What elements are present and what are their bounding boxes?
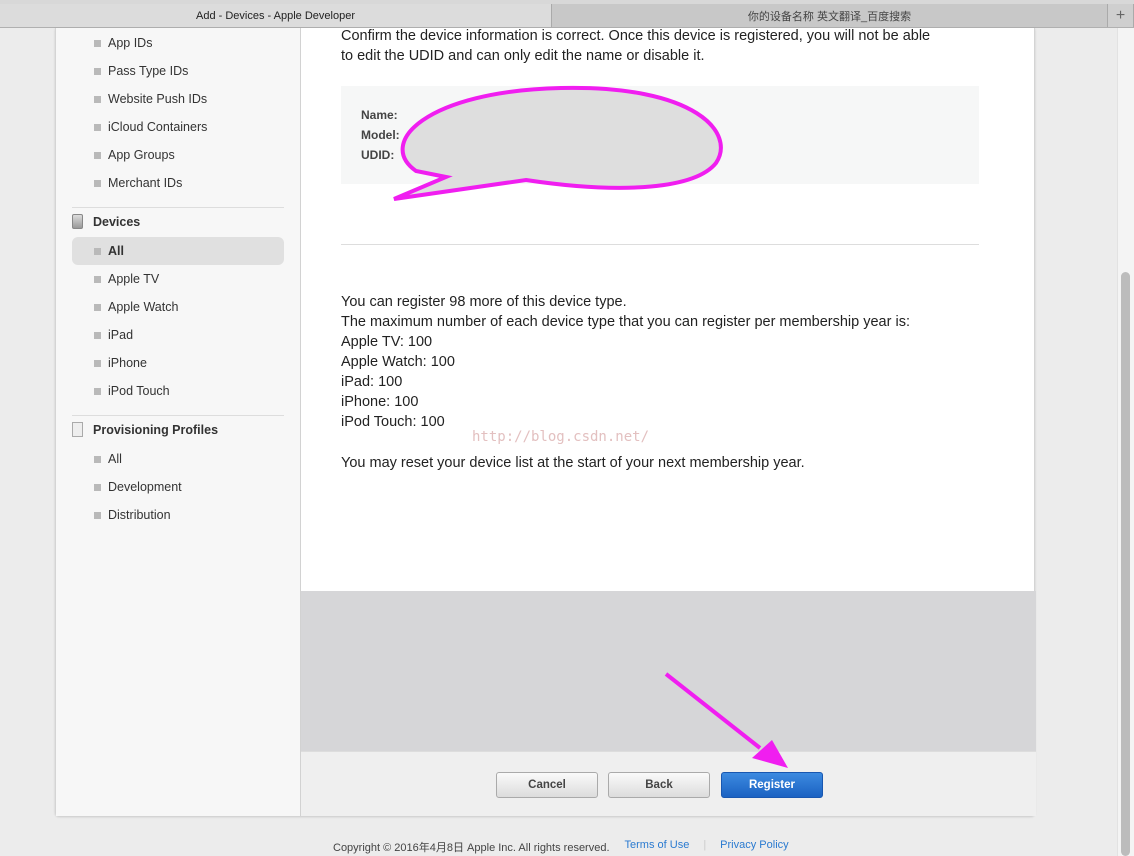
sidebar-item-profiles-all[interactable]: All	[72, 445, 284, 473]
back-button[interactable]: Back	[608, 772, 710, 798]
label: App IDs	[108, 36, 153, 50]
bullet-icon	[94, 304, 101, 311]
label: iPod Touch	[108, 384, 170, 398]
limit-text: You can register 98 more of this device …	[341, 294, 627, 310]
browser-tab-bar: Add - Devices - Apple Developer 你的设备名称 英…	[0, 0, 1134, 28]
cancel-button[interactable]: Cancel	[496, 772, 598, 798]
bullet-icon	[94, 276, 101, 283]
bullet-icon	[94, 152, 101, 159]
sidebar-item-ipod-touch[interactable]: iPod Touch	[72, 377, 284, 405]
bullet-icon	[94, 124, 101, 131]
bullet-icon	[94, 96, 101, 103]
label: Pass Type IDs	[108, 64, 189, 78]
bullet-icon	[94, 388, 101, 395]
content-card: App IDs Pass Type IDs Website Push IDs i…	[55, 28, 1036, 816]
tab-baidu-search[interactable]: 你的设备名称 英文翻译_百度搜索	[552, 4, 1108, 27]
limit-text: The maximum number of each device type t…	[341, 314, 910, 330]
reset-note: You may reset your device list at the st…	[341, 455, 805, 471]
devices-heading[interactable]: Devices	[72, 214, 141, 229]
new-tab-button[interactable]: +	[1108, 4, 1134, 27]
sidebar-item-website-push-ids[interactable]: Website Push IDs	[72, 85, 284, 113]
bullet-icon	[94, 68, 101, 75]
limit-text: Apple Watch: 100	[341, 354, 455, 370]
limit-text: iPad: 100	[341, 374, 403, 390]
label: App Groups	[108, 148, 175, 162]
limit-text: Apple TV: 100	[341, 334, 433, 350]
divider	[72, 207, 284, 208]
sidebar: App IDs Pass Type IDs Website Push IDs i…	[56, 28, 301, 816]
sidebar-item-iphone[interactable]: iPhone	[72, 349, 284, 377]
sidebar-item-ipad[interactable]: iPad	[72, 321, 284, 349]
label: All	[108, 452, 122, 466]
bullet-icon	[94, 512, 101, 519]
device-icon	[72, 214, 83, 229]
limit-text: iPod Touch: 100	[341, 414, 445, 430]
speech-bubble-annotation	[393, 85, 723, 201]
document-icon	[72, 422, 83, 437]
provisioning-profiles-heading[interactable]: Provisioning Profiles	[72, 422, 219, 437]
privacy-policy-link[interactable]: Privacy Policy	[720, 839, 788, 855]
label: Apple Watch	[108, 300, 179, 314]
bullet-icon	[94, 40, 101, 47]
copyright: Copyright © 2016年4月8日 Apple Inc. All rig…	[333, 842, 610, 854]
bullet-icon	[94, 180, 101, 187]
label: Website Push IDs	[108, 92, 208, 106]
terms-of-use-link[interactable]: Terms of Use	[625, 839, 690, 855]
sidebar-item-devices-all[interactable]: All	[72, 237, 284, 265]
sidebar-item-app-ids[interactable]: App IDs	[72, 29, 284, 57]
footer: Copyright © 2016年4月8日 Apple Inc. All rig…	[333, 839, 789, 855]
bullet-icon	[94, 248, 101, 255]
sidebar-item-app-groups[interactable]: App Groups	[72, 141, 284, 169]
label: Apple TV	[108, 272, 160, 286]
label: iCloud Containers	[108, 120, 208, 134]
label: Provisioning Profiles	[93, 423, 219, 437]
scrollbar-thumb[interactable]	[1121, 272, 1130, 856]
bullet-icon	[94, 332, 101, 339]
sidebar-item-merchant-ids[interactable]: Merchant IDs	[72, 169, 284, 197]
label: iPad	[108, 328, 134, 342]
sidebar-item-icloud-containers[interactable]: iCloud Containers	[72, 113, 284, 141]
confirm-text-2: to edit the UDID and can only edit the n…	[341, 48, 705, 64]
bullet-icon	[94, 456, 101, 463]
label: Development	[108, 480, 182, 494]
arrow-annotation	[664, 672, 788, 768]
sidebar-item-pass-type-ids[interactable]: Pass Type IDs	[72, 57, 284, 85]
sidebar-item-distribution[interactable]: Distribution	[72, 501, 284, 529]
label: All	[108, 244, 124, 258]
divider	[341, 244, 979, 245]
sidebar-item-apple-watch[interactable]: Apple Watch	[72, 293, 284, 321]
sidebar-item-apple-tv[interactable]: Apple TV	[72, 265, 284, 293]
bullet-icon	[94, 484, 101, 491]
label: iPhone	[108, 356, 147, 370]
bullet-icon	[94, 360, 101, 367]
footer-separator: |	[703, 839, 707, 851]
divider	[72, 415, 284, 416]
label: Distribution	[108, 508, 171, 522]
limit-text: iPhone: 100	[341, 394, 419, 410]
confirm-text-1: Confirm the device information is correc…	[341, 28, 931, 44]
watermark: http://blog.csdn.net/	[472, 429, 650, 445]
tab-apple-developer[interactable]: Add - Devices - Apple Developer	[0, 4, 552, 27]
register-button[interactable]: Register	[721, 772, 823, 798]
sidebar-item-development[interactable]: Development	[72, 473, 284, 501]
label: Merchant IDs	[108, 176, 183, 190]
label: Devices	[93, 215, 141, 229]
